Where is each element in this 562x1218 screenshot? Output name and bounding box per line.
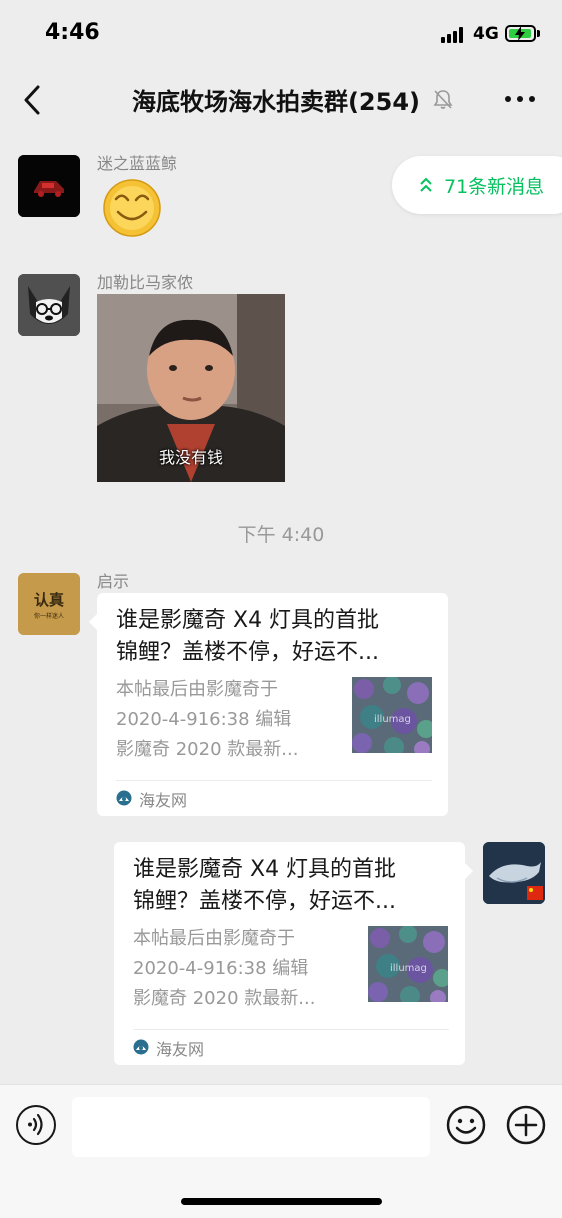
link-card[interactable]: 谁是影魔奇 X4 灯具的首批 锦鲤？盖楼不停，好运不... 本帖最后由影魔奇于 … <box>114 842 465 1065</box>
bubble-tail <box>89 614 97 630</box>
sender-name: 迷之蓝蓝鲸 <box>97 154 178 173</box>
card-source: 海友网 <box>139 791 188 810</box>
svg-text:illumag: illumag <box>374 714 411 725</box>
chat-area[interactable]: 迷之蓝蓝鲸 71条新消息 加勒比马家侬 我没有钱 下午 4:40 认真 你一样迷… <box>0 132 562 1084</box>
card-title: 谁是影魔奇 X4 灯具的首批 锦鲤？盖楼不停，好运不... <box>116 608 380 665</box>
card-title: 谁是影魔奇 X4 灯具的首批 锦鲤？盖楼不停，好运不... <box>133 857 397 914</box>
card-divider <box>116 780 432 781</box>
sender-name: 启示 <box>97 572 130 591</box>
my-avatar[interactable] <box>483 842 545 904</box>
message-input[interactable] <box>72 1097 430 1157</box>
smiley-emoji-icon[interactable] <box>102 178 162 238</box>
network-label: 4G <box>473 24 499 44</box>
chat-title: 海底牧场海水拍卖群(254) <box>131 88 421 116</box>
voice-icon <box>28 1113 43 1136</box>
emoji-picker-icon[interactable] <box>446 1105 486 1145</box>
svg-text:你一样迷人: 你一样迷人 <box>34 612 64 620</box>
status-time: 4:46 <box>45 20 100 45</box>
avatar[interactable] <box>18 155 80 217</box>
signal-icon <box>441 27 467 43</box>
link-card[interactable]: 谁是影魔奇 X4 灯具的首批 锦鲤？盖楼不停，好运不... 本帖最后由影魔奇于 … <box>97 593 448 816</box>
charging-bolt-icon <box>515 26 525 41</box>
card-description: 本帖最后由影魔奇于 2020-4-916:38 编辑 影魔奇 2020 款最新.… <box>116 679 299 760</box>
avatar[interactable]: 认真 你一样迷人 <box>18 573 80 635</box>
input-bar <box>0 1084 562 1218</box>
card-source: 海友网 <box>156 1040 205 1059</box>
avatar[interactable] <box>18 274 80 336</box>
svg-text:illumag: illumag <box>390 963 427 974</box>
meme-caption: 我没有钱 <box>158 448 223 467</box>
sender-name: 加勒比马家侬 <box>97 273 194 292</box>
plus-icon[interactable] <box>506 1105 546 1145</box>
new-messages-pill[interactable]: 71条新消息 <box>392 156 562 214</box>
source-logo-icon <box>133 1039 149 1055</box>
card-thumbnail: illumag <box>368 926 448 1002</box>
mute-bell-icon <box>433 90 453 109</box>
avatar-renzhen-icon: 认真 你一样迷人 <box>18 573 80 635</box>
avatar-car-icon <box>18 155 80 217</box>
status-bar: 4:46 4G <box>0 0 562 68</box>
home-indicator <box>181 1198 382 1205</box>
battery-nub <box>537 30 540 37</box>
bubble-tail <box>465 863 473 879</box>
time-divider: 下午 4:40 <box>237 524 325 546</box>
voice-input-button[interactable] <box>16 1105 56 1145</box>
meme-image[interactable]: 我没有钱 <box>97 294 285 482</box>
card-description: 本帖最后由影魔奇于 2020-4-916:38 编辑 影魔奇 2020 款最新.… <box>133 928 316 1009</box>
avatar-husky-icon <box>18 274 80 336</box>
new-messages-label: 71条新消息 <box>444 176 545 198</box>
source-logo-icon <box>116 790 132 806</box>
svg-text:认真: 认真 <box>34 591 64 609</box>
card-thumbnail: illumag <box>352 677 432 753</box>
double-chevron-up-icon <box>420 177 432 192</box>
card-divider <box>133 1029 449 1030</box>
nav-bar: 海底牧场海水拍卖群(254) <box>0 68 562 132</box>
avatar-whale-icon <box>483 842 545 904</box>
more-options-icon[interactable] <box>505 96 535 104</box>
